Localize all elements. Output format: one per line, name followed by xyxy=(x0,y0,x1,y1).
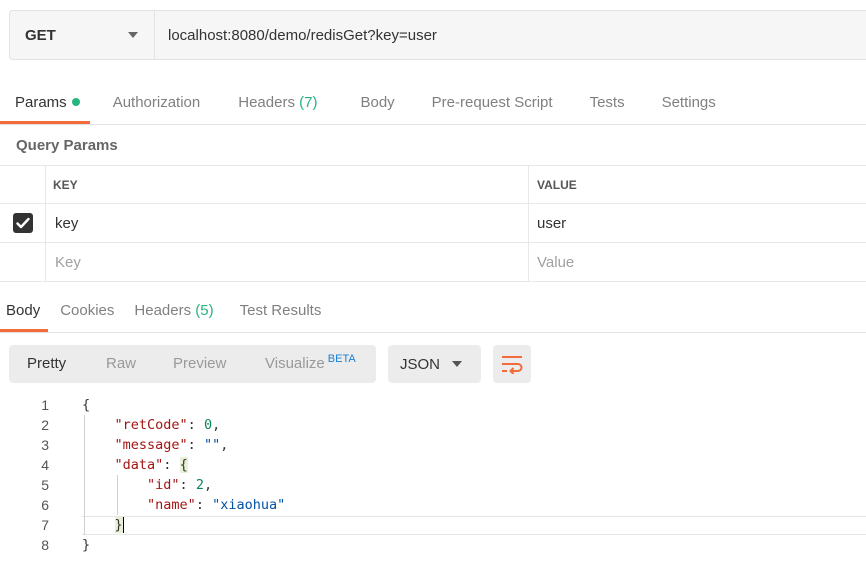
new-key-field[interactable]: Key xyxy=(46,243,529,281)
tab-test-results[interactable]: Test Results xyxy=(240,290,322,332)
json-key: "message" xyxy=(114,437,188,453)
code-line: 3 "message": "", xyxy=(0,435,866,455)
text-cursor xyxy=(122,517,124,533)
tab-params[interactable]: Params xyxy=(0,82,90,124)
tab-body-label: Body xyxy=(360,94,395,111)
method-label: GET xyxy=(25,26,56,44)
code-text: "message": "", xyxy=(114,437,229,453)
row-checkbox-cell xyxy=(0,204,46,242)
json-value: 2 xyxy=(195,477,204,493)
header-checkbox-cell xyxy=(0,166,46,203)
tab-authorization[interactable]: Authorization xyxy=(113,82,201,124)
wrap-lines-button[interactable] xyxy=(493,345,531,383)
tab-response-body-label: Body xyxy=(6,302,41,319)
row-checkbox[interactable] xyxy=(12,213,33,233)
tab-headers-label: Headers xyxy=(238,94,295,111)
code-text: "data": { xyxy=(114,457,188,473)
code-line: 8 } xyxy=(0,535,866,555)
tab-tests[interactable]: Tests xyxy=(590,82,625,124)
request-tabs: Params Authorization Headers (7) Body Pr… xyxy=(0,82,866,124)
params-table-header: KEY VALUE xyxy=(0,165,866,204)
column-header-key: KEY xyxy=(46,166,529,203)
tab-cookies[interactable]: Cookies xyxy=(60,290,114,332)
tab-pre-request-script[interactable]: Pre-request Script xyxy=(432,82,553,124)
code-line: 5 "id": 2, xyxy=(0,475,866,495)
tab-headers-count: (7) xyxy=(299,94,318,111)
table-row-empty: Key Value xyxy=(0,243,866,282)
raw-button[interactable]: Raw xyxy=(106,355,136,372)
pretty-button[interactable]: Pretty xyxy=(27,355,66,372)
beta-badge: BETA xyxy=(327,353,356,365)
divider xyxy=(0,332,866,333)
code-line: 7 } xyxy=(0,515,866,535)
tab-settings[interactable]: Settings xyxy=(662,82,716,124)
tab-tests-label: Tests xyxy=(589,94,625,111)
tab-response-body[interactable]: Body xyxy=(0,290,49,332)
line-number: 5 xyxy=(41,477,49,493)
language-select[interactable]: JSON xyxy=(388,345,481,383)
code-line: 2 "retCode": 0, xyxy=(0,415,866,435)
json-value: "xiaohua" xyxy=(212,497,286,513)
checkmark-icon xyxy=(15,217,30,229)
line-number: 6 xyxy=(41,497,49,513)
json-key: "retCode" xyxy=(114,417,188,433)
code-line: 1 { xyxy=(0,395,866,415)
tab-params-label: Params xyxy=(15,94,67,111)
tab-authorization-label: Authorization xyxy=(112,94,201,111)
column-header-value: VALUE xyxy=(537,177,577,192)
wrap-lines-icon xyxy=(502,356,523,374)
line-number: 1 xyxy=(41,397,49,413)
json-key: "id" xyxy=(147,477,180,493)
code-line: 4 "data": { xyxy=(0,455,866,475)
line-number: 4 xyxy=(41,457,49,473)
code-text: } xyxy=(82,537,91,553)
query-params-title: Query Params xyxy=(16,137,118,154)
param-value-field[interactable]: user xyxy=(529,204,866,242)
params-active-dot-icon xyxy=(71,98,80,107)
response-body-editor[interactable]: 1 { 2 "retCode": 0, 3 "message": "", 4 "… xyxy=(0,395,866,561)
line-number: 3 xyxy=(41,437,49,453)
code-text: "retCode": 0, xyxy=(114,417,221,433)
chevron-down-icon xyxy=(452,361,462,367)
chevron-down-icon xyxy=(128,32,138,38)
new-value-field[interactable]: Value xyxy=(529,243,866,281)
visualize-label: Visualize xyxy=(265,355,325,372)
code-text: } xyxy=(82,515,124,535)
json-value: 0 xyxy=(203,417,213,433)
language-label: JSON xyxy=(400,355,441,373)
row-checkbox-cell xyxy=(0,243,46,281)
tab-response-headers-label: Headers xyxy=(134,302,192,319)
request-bar: GET localhost:8080/demo/redisGet?key=use… xyxy=(9,10,866,60)
code-text: "name": "xiaohua" xyxy=(147,497,286,513)
visualize-button[interactable]: Visualize BETA xyxy=(265,353,356,372)
line-number: 7 xyxy=(41,517,49,533)
param-key-field[interactable]: key xyxy=(46,204,529,242)
tab-headers[interactable]: Headers (7) xyxy=(238,82,317,124)
table-row: key user xyxy=(0,204,866,243)
format-mode-group: Pretty Raw Preview Visualize BETA xyxy=(9,345,376,383)
method-select[interactable]: GET xyxy=(10,11,155,59)
preview-button[interactable]: Preview xyxy=(173,355,226,372)
matched-bracket: { xyxy=(179,457,188,473)
tab-pre-request-script-label: Pre-request Script xyxy=(431,94,553,111)
line-number: 2 xyxy=(41,417,49,433)
tab-settings-label: Settings xyxy=(661,94,716,111)
line-number: 8 xyxy=(41,537,49,553)
divider xyxy=(0,124,866,125)
tab-response-headers[interactable]: Headers (5) xyxy=(134,290,213,332)
tab-test-results-label: Test Results xyxy=(239,302,322,319)
url-input[interactable]: localhost:8080/demo/redisGet?key=user xyxy=(155,11,866,59)
code-line: 6 "name": "xiaohua" xyxy=(0,495,866,515)
json-key: "data" xyxy=(114,457,164,473)
code-text: "id": 2, xyxy=(147,477,213,493)
params-table: KEY VALUE key user Key Value xyxy=(0,165,866,282)
tab-body[interactable]: Body xyxy=(360,82,394,124)
tab-response-headers-count: (5) xyxy=(195,302,214,319)
code-text: { xyxy=(82,397,91,413)
response-tabs: Body Cookies Headers (5) Test Results xyxy=(0,290,866,332)
json-key: "name" xyxy=(147,497,196,513)
json-value: "" xyxy=(203,437,221,453)
tab-cookies-label: Cookies xyxy=(60,302,115,319)
matched-bracket: } xyxy=(114,517,123,533)
